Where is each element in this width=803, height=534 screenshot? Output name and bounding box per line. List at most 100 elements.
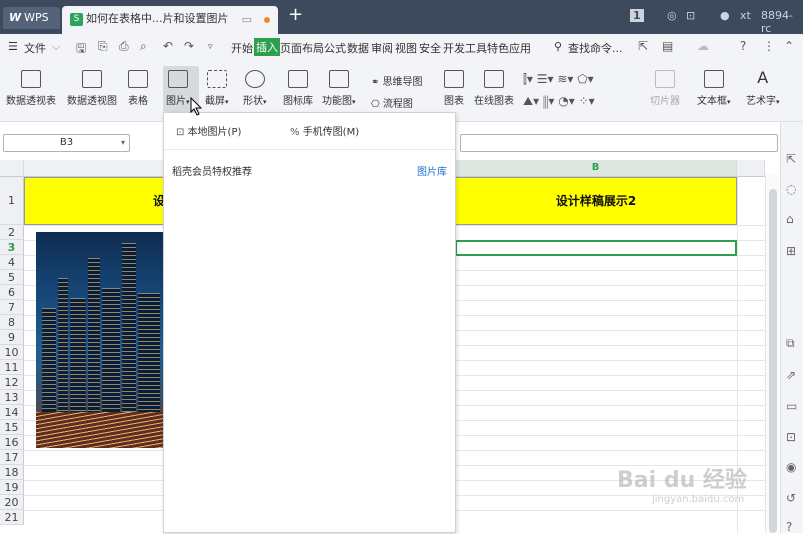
tab-formula[interactable]: 公式 [324, 40, 346, 56]
tab-special-apps[interactable]: 特色应用 [487, 40, 531, 56]
row-header[interactable]: 10 [0, 345, 24, 360]
column-header-c[interactable] [737, 160, 765, 177]
row-header[interactable]: 17 [0, 450, 24, 465]
pie-chart-icon[interactable]: ◔▾ [558, 94, 575, 108]
share-icon[interactable]: ⇱ [638, 39, 648, 53]
help-icon[interactable]: ? [740, 39, 746, 53]
hamburger-icon[interactable]: ☰ [8, 40, 18, 53]
online-chart-button[interactable]: 在线图表 [474, 70, 514, 107]
row-header[interactable]: 7 [0, 300, 24, 315]
selected-cell-b3[interactable] [455, 240, 737, 256]
chart-button[interactable]: 图表 [444, 70, 464, 107]
column-chart-icon[interactable]: ⫿▾ [523, 72, 533, 86]
row-header[interactable]: 18 [0, 465, 24, 480]
textbox-button[interactable]: 文本框▾ [697, 70, 731, 107]
shape-icon[interactable]: ◌ [786, 182, 796, 196]
new-tab-button[interactable]: + [288, 4, 303, 25]
share-icon[interactable]: ⇗ [786, 368, 796, 382]
picture-library-link[interactable]: 图片库 [417, 163, 447, 178]
tab-review[interactable]: 审阅 [371, 40, 393, 56]
row-header[interactable]: 2 [0, 225, 24, 240]
select-all-corner[interactable] [0, 160, 24, 177]
file-menu[interactable]: 文件 [24, 40, 46, 56]
picture-button[interactable]: 图片▾ [166, 70, 190, 107]
row-header[interactable]: 19 [0, 480, 24, 495]
phone-picture-item[interactable]: % 手机传图(M) [290, 123, 359, 138]
save-icon[interactable]: 🖫 [76, 39, 86, 60]
row-header[interactable]: 8 [0, 315, 24, 330]
cloud-icon[interactable]: ☁ [697, 39, 709, 53]
row-header[interactable]: 6 [0, 285, 24, 300]
window-icon[interactable]: ⊡ [686, 9, 695, 22]
table-button[interactable]: 表格 [128, 70, 148, 107]
cell-b1[interactable]: 设计样稿展示2 [455, 177, 737, 225]
mindmap-button[interactable]: ⚭ 思维导图 [371, 73, 423, 88]
row-header[interactable]: 1 [0, 177, 24, 225]
location-icon[interactable]: ◉ [786, 460, 796, 474]
skin-icon[interactable]: ◎ [667, 9, 677, 22]
flowchart-button[interactable]: ⎔ 流程图 [371, 95, 413, 110]
row-header[interactable]: 16 [0, 435, 24, 450]
avatar[interactable]: ● [720, 9, 730, 22]
tab-insert[interactable]: 插入 [254, 38, 280, 56]
city-night-image[interactable] [36, 232, 163, 448]
style-icon[interactable]: ⌂ [786, 212, 794, 226]
image-icon[interactable]: ⊡ [786, 430, 796, 444]
scrollbar-thumb[interactable] [769, 189, 777, 533]
row-header[interactable]: 13 [0, 390, 24, 405]
collapse-ribbon-icon[interactable]: ⌃ [784, 39, 794, 53]
function-chart-button[interactable]: 功能图▾ [322, 70, 356, 107]
backup-icon[interactable]: ▭ [786, 399, 797, 413]
tab-developer[interactable]: 开发工具 [443, 40, 487, 56]
select-icon[interactable]: ⇱ [786, 152, 796, 166]
pivot-chart-button[interactable]: 数据透视图 [67, 70, 117, 107]
wps-home-tab[interactable]: W WPS [3, 7, 60, 29]
row-header[interactable]: 14 [0, 405, 24, 420]
pivot-table-button[interactable]: 数据透视表 [6, 70, 56, 107]
name-box[interactable]: B3 ▾ [3, 134, 130, 152]
wordart-button[interactable]: A 艺术字▾ [746, 70, 780, 108]
row-header[interactable]: 11 [0, 360, 24, 375]
screenshot-button[interactable]: 截屏▾ [205, 70, 229, 107]
shape-button[interactable]: 形状▾ [243, 70, 267, 107]
collab-icon[interactable]: ▤ [662, 39, 673, 53]
tab-screen-icon[interactable]: ▭ [242, 7, 252, 33]
tab-security[interactable]: 安全 [419, 40, 441, 56]
radar-chart-icon[interactable]: ⬠▾ [577, 72, 593, 86]
table-icon[interactable]: ⊞ [786, 244, 796, 258]
local-picture-item[interactable]: ⊡ 本地图片(P) [176, 123, 241, 138]
chevron-down-icon[interactable]: ⌵ [52, 40, 60, 54]
print-icon[interactable]: ⎙ [119, 39, 129, 54]
search-command[interactable]: 查找命令... [568, 40, 623, 56]
row-header[interactable]: 9 [0, 330, 24, 345]
document-tab[interactable]: S 如何在表格中...片和设置图片 ▭ [62, 6, 278, 34]
area-chart-icon[interactable]: ⛰▾ [523, 94, 539, 108]
row-header[interactable]: 4 [0, 255, 24, 270]
tab-count-badge[interactable]: 1 [630, 9, 644, 22]
undo-icon[interactable]: ↶ [163, 39, 173, 53]
stock-chart-icon[interactable]: ⫼▾ [543, 94, 555, 108]
vertical-scrollbar[interactable] [765, 175, 779, 533]
icon-library-button[interactable]: 图标库 [283, 70, 313, 107]
chart-type-icons-row1[interactable]: ⫿▾ ☰▾ ≋▾ ⬠▾ [523, 72, 594, 87]
preview-icon[interactable]: ⌕ [140, 39, 147, 54]
help-icon[interactable]: ? [786, 520, 792, 534]
row-header[interactable]: 21 [0, 510, 24, 525]
tab-page-layout[interactable]: 页面布局 [280, 40, 324, 56]
line-chart-icon[interactable]: ≋▾ [557, 72, 573, 86]
search-icon[interactable]: ⚲ [554, 40, 562, 53]
bar-chart-icon[interactable]: ☰▾ [537, 72, 554, 86]
slicer-button[interactable]: 切片器 [650, 70, 680, 107]
copy-icon[interactable]: ⧉ [786, 336, 795, 351]
row-header[interactable]: 5 [0, 270, 24, 285]
tab-home[interactable]: 开始 [231, 40, 253, 56]
column-header-b[interactable]: B [455, 160, 737, 177]
chart-type-icons-row2[interactable]: ⛰▾ ⫼▾ ◔▾ ⁘▾ [523, 94, 595, 109]
tab-view[interactable]: 视图 [395, 40, 417, 56]
chevron-down-icon[interactable]: ▾ [121, 135, 125, 151]
export-icon[interactable]: ⎘ [98, 39, 108, 54]
redo-icon[interactable]: ↷ [184, 39, 194, 53]
scatter-chart-icon[interactable]: ⁘▾ [579, 94, 595, 108]
row-header[interactable]: 20 [0, 495, 24, 510]
formula-input[interactable] [460, 134, 778, 152]
